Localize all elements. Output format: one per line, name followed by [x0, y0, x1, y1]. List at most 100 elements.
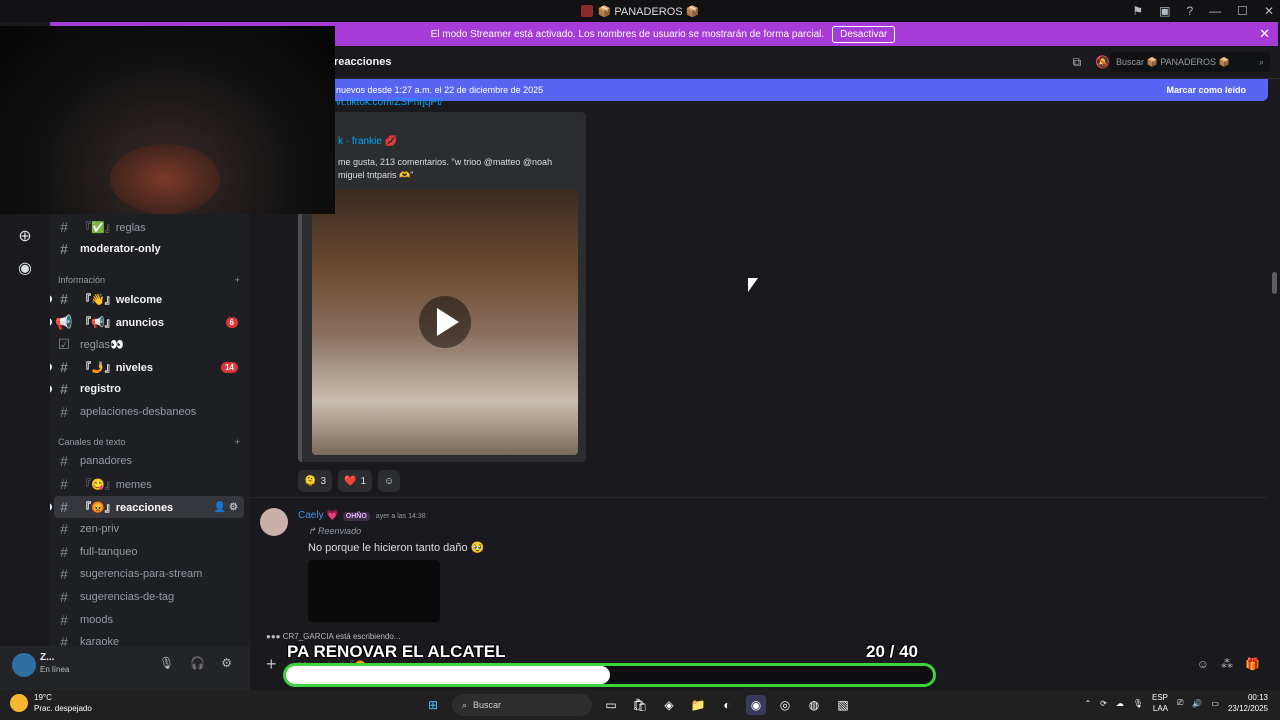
close-banner-icon[interactable]: ✕ [1259, 26, 1270, 42]
typing-text: CR7_GARCIA está escribiendo... [282, 632, 401, 641]
headphones-icon[interactable]: 🎧 [190, 656, 205, 670]
user-settings-icon[interactable]: ⚙ [221, 656, 232, 670]
user-status: En línea [40, 665, 70, 674]
inbox-icon[interactable]: ⚑ [1132, 4, 1143, 18]
tiktok-link[interactable]: vt.tiktok.com/ZSPhrjqPt/ [336, 97, 443, 108]
maximize-button[interactable]: ☐ [1237, 4, 1248, 18]
channel-memes[interactable]: # 『😋』memes [54, 473, 244, 495]
weather-temp: 19°C [34, 693, 52, 702]
mention-badge: 6 [225, 316, 238, 328]
search-input[interactable]: Buscar 📦 PANADEROS 📦 ⌕ [1110, 52, 1270, 72]
apps-icon[interactable]: ⁂ [1221, 657, 1233, 671]
store-icon[interactable]: 🛍 [630, 695, 650, 715]
category-informacion[interactable]: Información + [58, 275, 240, 285]
channel-moods[interactable]: # moods [54, 609, 244, 631]
chrome-icon[interactable]: ◎ [775, 695, 795, 715]
author-name[interactable]: Caely 💗 [298, 510, 339, 521]
file-explorer-icon[interactable]: 📁 [688, 695, 708, 715]
mute-icon[interactable]: 🔕 [1095, 55, 1110, 70]
reaction-melting[interactable]: 🫠 3 [298, 470, 333, 492]
threads-icon[interactable]: ⧉ [1073, 55, 1082, 70]
channel-reglas-rules[interactable]: ☑ reglas👀 [54, 333, 244, 355]
hash-icon: # [60, 241, 68, 257]
attached-image[interactable] [308, 560, 440, 622]
channel-apelaciones[interactable]: # apelaciones-desbaneos [54, 401, 244, 423]
channel-label: 『🤳』niveles [80, 362, 153, 374]
unread-dot [50, 385, 52, 393]
mic-tray-icon[interactable]: 🎙 [1133, 699, 1143, 708]
channel-niveles[interactable]: # 『🤳』niveles 14 [50, 356, 244, 378]
clock[interactable]: 00:13 23/12/2025 [1228, 692, 1268, 714]
channel-label: 『👋』welcome [80, 294, 163, 306]
hash-icon: # [60, 566, 68, 582]
deactivate-streamer-button[interactable]: Desactivar [832, 25, 896, 43]
message-author[interactable]: Caely 💗 OHÑO ayer a las 14:38 [298, 510, 426, 521]
attach-icon[interactable]: + [266, 654, 277, 675]
copilot-icon[interactable]: ◈ [659, 695, 679, 715]
channel-zen-priv[interactable]: # zen-priv [54, 518, 244, 540]
mark-read-button[interactable]: Marcar como leído [1166, 85, 1246, 95]
obs-icon[interactable]: ◍ [804, 695, 824, 715]
channel-moderator-only[interactable]: # moderator-only [54, 238, 244, 260]
hash-icon: # [60, 381, 68, 397]
category-canales-texto[interactable]: Canales de texto + [58, 437, 240, 447]
user-name[interactable]: Z... [40, 652, 54, 663]
add-server-icon[interactable]: ⊕ [15, 226, 35, 246]
title-bar: 📦 PANADEROS 📦 ⚑ ▣ ? — ☐ ✕ [0, 0, 1280, 22]
channel-registro[interactable]: # registro [50, 378, 244, 400]
user-avatar[interactable] [12, 653, 36, 677]
language-indicator[interactable]: ESP LAA [1152, 692, 1168, 714]
task-view-icon[interactable]: ▭ [601, 695, 621, 715]
settings-icon[interactable]: 👤 ⚙ [214, 502, 238, 513]
embed-description: me gusta, 213 comentarios. "w trioo @mat… [338, 157, 553, 180]
gift-icon[interactable]: 🎁 [1245, 657, 1260, 671]
play-icon[interactable] [419, 296, 471, 348]
channel-karaoke[interactable]: # karaoke [54, 631, 244, 646]
chevron-up-icon[interactable]: ⌃ [1084, 699, 1091, 708]
help-icon[interactable]: ? [1186, 4, 1193, 18]
emoji-icon[interactable]: ☺ [1197, 657, 1209, 671]
reactions-row: 🫠 3 ❤️ 1 ☺ [298, 470, 401, 492]
channel-full-tanqueo[interactable]: # full-tanqueo [54, 541, 244, 563]
channel-reacciones[interactable]: # 『😡』reacciones 👤 ⚙ [50, 496, 244, 518]
divider [250, 497, 1268, 498]
clock-time: 00:13 [1247, 693, 1268, 702]
user-tag: OHÑO [342, 512, 370, 521]
channel-sugerencias-tag[interactable]: # sugerencias-de-tag [54, 586, 244, 608]
channel-label: panadores [80, 455, 132, 467]
sync-icon[interactable]: ⟳ [1100, 699, 1107, 708]
taskbar-search[interactable]: ⌕ Buscar [452, 694, 592, 716]
explore-icon[interactable]: ◉ [15, 258, 35, 278]
chat-scrollbar[interactable] [1272, 272, 1277, 294]
discord-icon[interactable]: ◉ [746, 695, 766, 715]
embed-author[interactable]: k · frankie 💋 [338, 136, 397, 147]
add-channel-icon[interactable]: + [235, 275, 240, 285]
channel-sugerencias-stream[interactable]: # sugerencias-para-stream [54, 563, 244, 585]
close-window-button[interactable]: ✕ [1264, 4, 1274, 18]
network-icon[interactable]: ⎚ [1177, 698, 1183, 708]
add-reaction-button[interactable]: ☺ [378, 470, 401, 492]
channel-anuncios[interactable]: 📢 『📢』anuncios 6 [50, 311, 244, 333]
edge-icon[interactable]: ◐ [717, 695, 737, 715]
battery-icon[interactable]: ▭ [1211, 699, 1219, 708]
channel-welcome[interactable]: # 『👋』welcome [50, 288, 244, 310]
channel-reglas[interactable]: # 『✅』reglas [54, 216, 244, 238]
windows-start-icon[interactable]: ⊞ [423, 695, 443, 715]
microphone-icon[interactable]: 🎙 [159, 656, 174, 670]
reaction-heart[interactable]: ❤️ 1 [338, 470, 373, 492]
add-channel-icon[interactable]: + [235, 437, 240, 447]
goal-progress-bar [283, 663, 936, 687]
embed-video[interactable] [312, 189, 578, 455]
volume-icon[interactable]: 🔊 [1192, 699, 1202, 708]
minimize-button[interactable]: — [1209, 4, 1221, 18]
window-title-text: 📦 PANADEROS 📦 [597, 5, 700, 18]
weather-widget[interactable]: 19°C Prac. despejado [10, 692, 92, 714]
channel-panadores[interactable]: # panadores [54, 450, 244, 472]
avatar[interactable] [260, 508, 288, 536]
channel-label: 『✅』reglas [80, 222, 146, 234]
window-icon[interactable]: ▣ [1159, 4, 1170, 18]
lang-primary: ESP [1152, 693, 1169, 702]
app-icon[interactable]: ▧ [833, 695, 853, 715]
rules-icon: ☑ [57, 335, 71, 352]
onedrive-icon[interactable]: ☁ [1116, 699, 1124, 708]
